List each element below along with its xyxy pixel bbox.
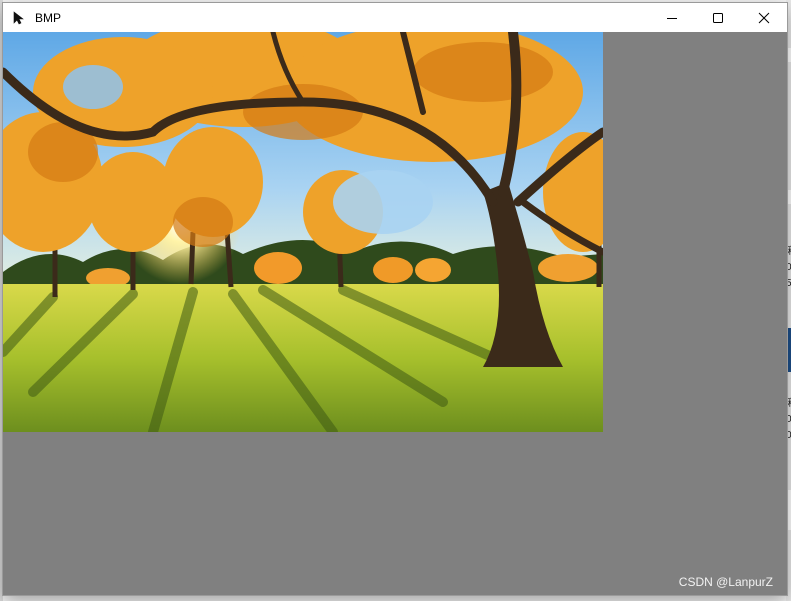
maximize-icon [713, 12, 723, 23]
minimize-icon [667, 17, 677, 19]
title-bar[interactable]: BMP [3, 3, 787, 32]
window-controls [649, 3, 787, 32]
window-title: BMP [35, 10, 62, 25]
minimize-button[interactable] [649, 3, 695, 32]
bitmap-image [3, 32, 603, 432]
close-icon [758, 12, 770, 23]
cursor-arrow-icon[interactable] [11, 10, 27, 26]
close-button[interactable] [741, 3, 787, 32]
maximize-button[interactable] [695, 3, 741, 32]
autumn-park-illustration [3, 32, 603, 432]
watermark-text: CSDN @LanpurZ [678, 575, 773, 589]
bmp-window: BMP CSDN @LanpurZ [3, 3, 787, 595]
